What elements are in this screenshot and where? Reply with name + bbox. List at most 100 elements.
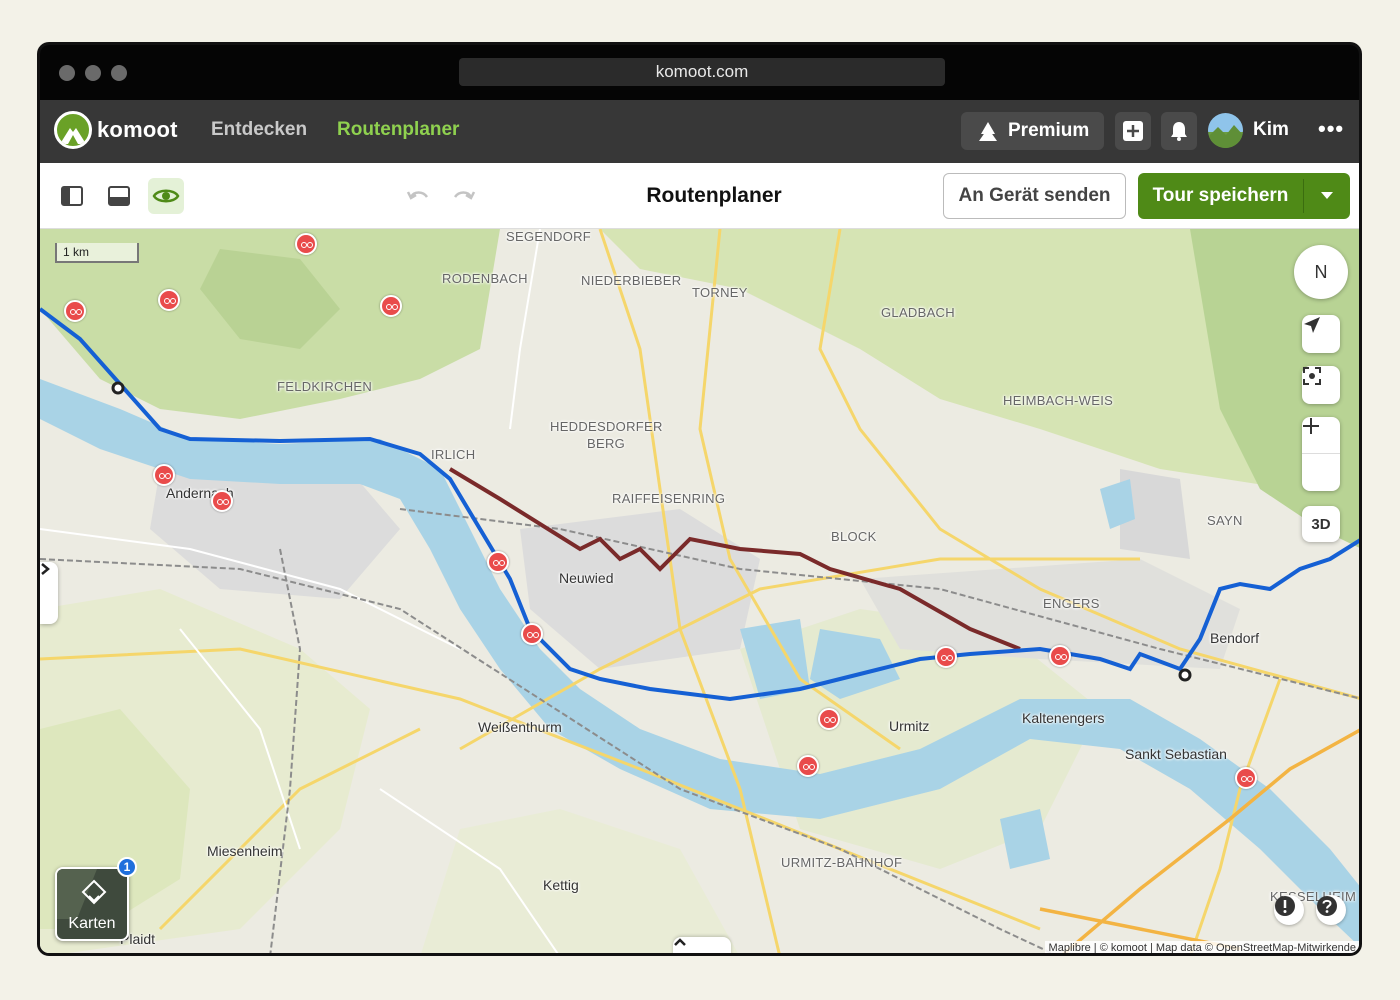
- app-header: komoot Entdecken Routenplaner Premium Ki…: [40, 100, 1359, 163]
- visibility-toggle-button[interactable]: [148, 178, 184, 214]
- window-close-dot[interactable]: [59, 65, 75, 81]
- redo-button[interactable]: [446, 178, 482, 214]
- place-label: Sankt Sebastian: [1125, 746, 1227, 762]
- bike-highlight-icon[interactable]: [1049, 645, 1071, 667]
- plus-square-icon: [1123, 121, 1143, 141]
- save-tour-button[interactable]: Tour speichern: [1138, 173, 1350, 219]
- 3d-view-button[interactable]: 3D: [1302, 506, 1340, 542]
- place-label: ENGERS: [1043, 596, 1100, 611]
- premium-button[interactable]: Premium: [961, 112, 1104, 150]
- sidebar-toggle-button[interactable]: [54, 178, 90, 214]
- browser-title-bar: komoot.com: [40, 45, 1359, 100]
- route-end-point[interactable]: [1178, 668, 1192, 682]
- layers-label: Karten: [68, 915, 116, 932]
- place-label: IRLICH: [431, 447, 476, 462]
- planner-toolbar: Routenplaner An Gerät senden Tour speich…: [40, 163, 1359, 229]
- eye-icon: [152, 189, 180, 203]
- bike-highlight-icon[interactable]: [64, 300, 86, 322]
- nav-explore[interactable]: Entdecken: [211, 119, 307, 141]
- place-label: BERG: [587, 436, 626, 451]
- exclamation-icon: [1275, 896, 1295, 916]
- bike-highlight-icon[interactable]: [153, 464, 175, 486]
- place-label: Kettig: [543, 877, 579, 893]
- help-button[interactable]: [1316, 895, 1346, 925]
- route-start-point[interactable]: [111, 381, 125, 395]
- mountain-icon: [979, 122, 997, 141]
- focus-frame-icon: [1303, 367, 1321, 385]
- map-canvas[interactable]: SEGENDORF RODENBACH NIEDERBIEBER TORNEY …: [40, 229, 1359, 953]
- place-label: GLADBACH: [881, 305, 955, 320]
- zoom-control: [1302, 417, 1340, 491]
- place-label: Neuwied: [559, 570, 614, 586]
- undo-icon: [406, 191, 429, 200]
- navigation-arrow-icon: [1304, 317, 1320, 333]
- expand-bottom-panel-handle[interactable]: [673, 937, 731, 953]
- layers-icon: [57, 869, 107, 919]
- bottom-panel-toggle-button[interactable]: [101, 178, 137, 214]
- save-options-dropdown[interactable]: [1304, 173, 1350, 219]
- brand-name[interactable]: komoot: [97, 117, 178, 143]
- bike-highlight-icon[interactable]: [380, 295, 402, 317]
- sidebar-panel-icon: [61, 186, 83, 206]
- bottom-panel-icon: [108, 186, 130, 206]
- premium-label: Premium: [1008, 120, 1090, 141]
- bike-highlight-icon[interactable]: [295, 233, 317, 255]
- place-label: RAIFFEISENRING: [612, 491, 726, 506]
- question-icon: [1317, 896, 1337, 916]
- window-minimize-dot[interactable]: [85, 65, 101, 81]
- bike-highlight-icon[interactable]: [158, 289, 180, 311]
- place-label: SEGENDORF: [506, 229, 592, 244]
- place-label: RODENBACH: [442, 271, 528, 286]
- layers-count-badge: 1: [117, 857, 137, 877]
- report-issue-button[interactable]: [1274, 895, 1304, 925]
- place-label: Weißenthurm: [478, 719, 562, 735]
- create-button[interactable]: [1115, 112, 1151, 150]
- chevron-right-icon: [41, 563, 50, 575]
- place-label: NIEDERBIEBER: [581, 273, 682, 288]
- send-to-device-button[interactable]: An Gerät senden: [943, 173, 1126, 219]
- bike-highlight-icon[interactable]: [1235, 767, 1257, 789]
- place-label: SAYN: [1207, 513, 1243, 528]
- zoom-out-button[interactable]: [1302, 425, 1340, 491]
- notifications-button[interactable]: [1161, 112, 1197, 150]
- user-name[interactable]: Kim: [1253, 119, 1289, 141]
- minus-icon: [1303, 425, 1319, 427]
- komoot-logo-icon[interactable]: [54, 111, 92, 149]
- map-layers-button[interactable]: Karten: [55, 867, 129, 941]
- chevron-up-icon: [674, 938, 686, 946]
- bike-highlight-icon[interactable]: [211, 490, 233, 512]
- place-label: HEIMBACH-WEIS: [1003, 393, 1114, 408]
- more-menu-button[interactable]: •••: [1318, 116, 1344, 142]
- caret-down-icon: [1321, 192, 1333, 199]
- place-label: Urmitz: [889, 718, 930, 734]
- place-label: TORNEY: [692, 285, 748, 300]
- place-label: URMITZ-BAHNHOF: [781, 855, 903, 870]
- compass-north-label: N: [1314, 261, 1328, 282]
- bike-highlight-icon[interactable]: [818, 708, 840, 730]
- bike-highlight-icon[interactable]: [487, 551, 509, 573]
- avatar[interactable]: [1208, 113, 1243, 148]
- locate-button[interactable]: [1302, 315, 1340, 353]
- page-title: Routenplaner: [646, 184, 782, 207]
- expand-sidebar-handle[interactable]: [40, 562, 58, 624]
- place-label: Bendorf: [1210, 630, 1260, 646]
- map-scale: 1 km: [55, 243, 139, 263]
- address-bar[interactable]: komoot.com: [459, 58, 945, 86]
- save-tour-label: Tour speichern: [1152, 185, 1289, 206]
- redo-icon: [453, 191, 476, 200]
- window-maximize-dot[interactable]: [111, 65, 127, 81]
- undo-button[interactable]: [400, 178, 436, 214]
- nav-route-planner[interactable]: Routenplaner: [337, 119, 459, 141]
- place-label: Kaltenengers: [1022, 710, 1105, 726]
- bike-highlight-icon[interactable]: [521, 623, 543, 645]
- fit-route-button[interactable]: [1302, 366, 1340, 404]
- bike-highlight-icon[interactable]: [935, 646, 957, 668]
- bike-highlight-icon[interactable]: [797, 755, 819, 777]
- bell-icon: [1171, 122, 1187, 141]
- compass-button[interactable]: N: [1294, 245, 1348, 299]
- browser-window: komoot.com komoot Entdecken Routenplaner…: [37, 42, 1362, 956]
- map-attribution[interactable]: Maplibre | © komoot | Map data © OpenStr…: [1044, 941, 1359, 953]
- place-label: BLOCK: [831, 529, 877, 544]
- place-label: Miesenheim: [207, 843, 283, 859]
- place-label: FELDKIRCHEN: [277, 379, 373, 394]
